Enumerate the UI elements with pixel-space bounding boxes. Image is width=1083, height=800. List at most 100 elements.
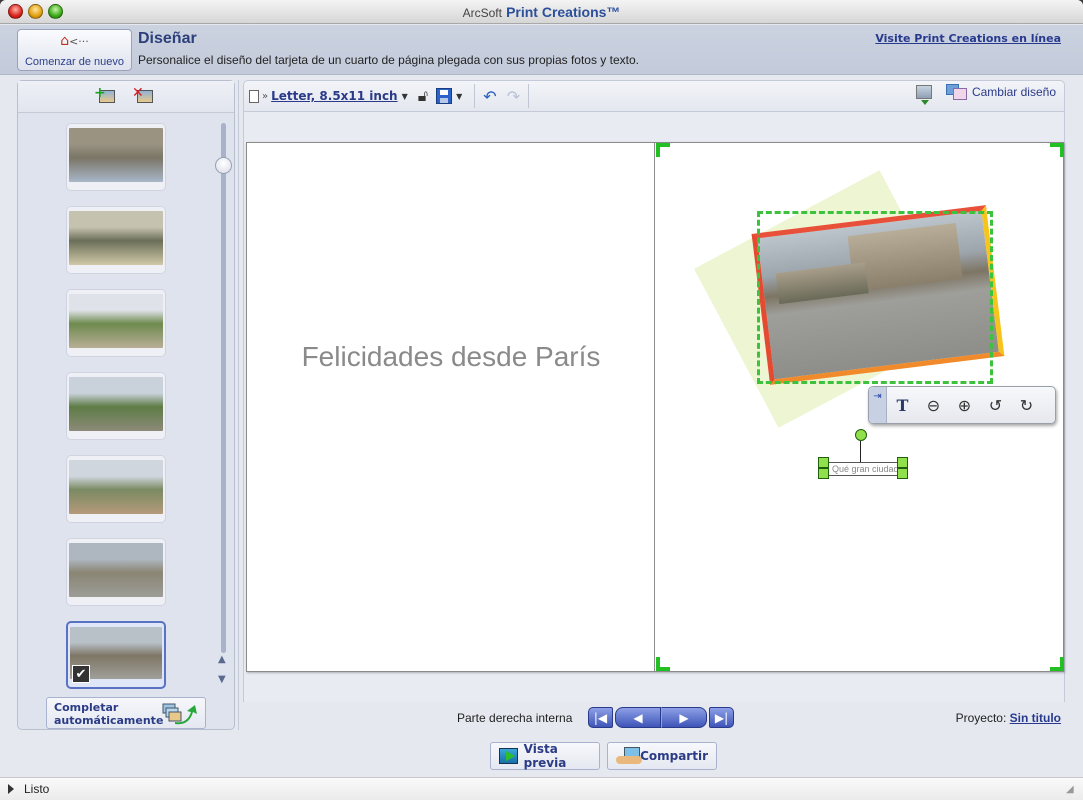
minimize-window-button[interactable] <box>28 4 43 19</box>
status-text: Listo <box>24 782 50 796</box>
panel-divider[interactable] <box>238 80 239 730</box>
thumbnail-image <box>69 211 163 265</box>
current-page-label: Parte derecha interna <box>457 711 573 725</box>
resize-grip-icon[interactable]: ◢ <box>1066 784 1077 795</box>
paper-size-selector[interactable]: » Letter, 8.5x11 inch <box>249 89 398 103</box>
share-button[interactable]: Compartir <box>607 742 717 770</box>
paper-size-dropdown-icon[interactable]: ▼ <box>402 92 408 101</box>
first-page-button[interactable]: |◀ <box>588 707 613 728</box>
photo-panel: + ✕ ✔ ▲ ▼ Completar automáticamente <box>17 80 235 730</box>
start-over-label: Comenzar de nuevo <box>24 56 125 68</box>
thumbnail-image <box>69 377 163 431</box>
page-navigation: |◀ ◀ ▶ ▶| <box>588 707 734 728</box>
add-photo-icon: + <box>94 85 115 103</box>
page-corner-marker <box>656 657 670 671</box>
title-bar: ArcSoft Print Creations™ <box>0 0 1083 24</box>
title-brand: ArcSoft <box>462 6 502 20</box>
card-greeting-text[interactable]: Felicidades desde París <box>247 341 655 373</box>
remove-photo-button[interactable]: ✕ <box>132 85 156 107</box>
thumbnail-image <box>69 128 163 182</box>
photo-building <box>775 262 869 305</box>
save-icon[interactable] <box>436 88 453 104</box>
app-window: ArcSoft Print Creations™ ⌂<··· Comenzar … <box>0 0 1083 800</box>
photo-caption-textbox[interactable]: Qué gran ciudad <box>823 462 903 476</box>
preview-icon <box>499 748 518 764</box>
photo-thumbnail[interactable] <box>66 289 166 357</box>
photo-thumbnail[interactable] <box>66 123 166 191</box>
unlock-icon[interactable]: 🔓︎ <box>418 86 428 106</box>
resize-handle[interactable] <box>818 468 829 479</box>
redo-icon[interactable]: ↷ <box>507 87 520 106</box>
photo-thumbnail[interactable] <box>66 455 166 523</box>
canvas-area: Felicidades desde París ⇥ T ⊖ ⊕ ↺ ↻ Qué … <box>243 112 1065 702</box>
scroll-up-icon[interactable]: ▲ <box>218 654 226 665</box>
zoom-in-icon[interactable]: ⊕ <box>949 396 980 415</box>
toolbar-right: Cambiar diseño <box>915 84 1056 105</box>
chevrons-icon: » <box>262 90 269 102</box>
photo-floating-toolbar: ⇥ T ⊖ ⊕ ↺ ↻ <box>868 386 1056 424</box>
thumbnail-image <box>69 460 163 514</box>
page-subtitle: Personalice el diseño del tarjeta de un … <box>138 53 639 67</box>
change-design-label: Cambiar diseño <box>971 85 1056 99</box>
header: ⌂<··· Comenzar de nuevo Diseñar Personal… <box>0 25 1083 75</box>
autofill-label: Completar automáticamente <box>54 701 164 727</box>
window-controls <box>8 4 63 19</box>
rotate-left-icon[interactable]: ↺ <box>980 396 1011 415</box>
placed-photo[interactable] <box>751 205 1005 385</box>
online-link[interactable]: Visite Print Creations en línea <box>875 32 1061 45</box>
preview-button[interactable]: Vista previa <box>490 742 600 770</box>
page-left[interactable]: Felicidades desde París <box>247 143 655 671</box>
resize-handle[interactable] <box>897 468 908 479</box>
autofill-button[interactable]: Completar automáticamente <box>46 697 206 729</box>
undo-icon[interactable]: ↶ <box>483 87 496 106</box>
paper-size-label: Letter, 8.5x11 inch <box>271 89 398 103</box>
change-design-button[interactable]: Cambiar diseño <box>945 84 1056 100</box>
project-name-link[interactable]: Sin titulo <box>1010 711 1061 725</box>
previous-page-button[interactable]: ◀ <box>615 707 661 728</box>
start-over-button[interactable]: ⌂<··· Comenzar de nuevo <box>17 29 132 71</box>
autofill-arrow-icon <box>162 703 197 725</box>
thumbnail-image <box>69 543 163 597</box>
text-edit-icon[interactable]: T <box>887 396 918 415</box>
bottom-bar: Parte derecha interna |◀ ◀ ▶ ▶| Proyecto… <box>243 702 1065 777</box>
status-bar: Listo ◢ <box>0 777 1083 800</box>
title-product: Print Creations™ <box>506 4 621 20</box>
toolbar-separator <box>474 84 476 108</box>
last-page-button[interactable]: ▶| <box>709 707 734 728</box>
thumbnail-size-slider-track[interactable] <box>221 123 226 653</box>
rotate-handle[interactable] <box>855 429 867 441</box>
preview-label: Vista previa <box>523 742 567 770</box>
display-options-icon[interactable] <box>915 85 932 105</box>
photo-thumbnail[interactable] <box>66 372 166 440</box>
photo-thumbnail[interactable]: ✔ <box>66 621 166 689</box>
card-spread: Felicidades desde París ⇥ T ⊖ ⊕ ↺ ↻ Qué … <box>246 142 1064 672</box>
next-page-button[interactable]: ▶ <box>661 707 707 728</box>
selected-checkmark-icon[interactable]: ✔ <box>72 665 90 683</box>
page-right-inside[interactable]: ⇥ T ⊖ ⊕ ↺ ↻ Qué gran ciudad <box>656 143 1064 671</box>
resize-handle[interactable] <box>818 457 829 468</box>
photo-thumbnail[interactable] <box>66 206 166 274</box>
close-window-button[interactable] <box>8 4 23 19</box>
pin-icon[interactable]: ⇥ <box>869 387 887 423</box>
page-title: Diseñar <box>138 30 197 47</box>
change-design-icon <box>945 84 968 100</box>
zoom-out-icon[interactable]: ⊖ <box>918 396 949 415</box>
scroll-down-icon[interactable]: ▼ <box>218 674 226 685</box>
resize-handle[interactable] <box>897 457 908 468</box>
thumbnail-list: ✔ <box>66 123 170 704</box>
thumbnail-size-slider-knob[interactable] <box>215 157 232 174</box>
add-photo-button[interactable]: + <box>94 85 118 107</box>
status-expand-icon[interactable] <box>8 784 14 794</box>
thumbnail-image <box>69 294 163 348</box>
share-icon <box>616 747 642 765</box>
photo-thumbnail[interactable] <box>66 538 166 606</box>
rotate-right-icon[interactable]: ↻ <box>1011 396 1042 415</box>
zoom-window-button[interactable] <box>48 4 63 19</box>
rotate-handle-line <box>860 441 861 463</box>
page-corner-marker <box>1050 143 1064 157</box>
project-label: Proyecto: <box>955 711 1007 725</box>
save-dropdown-icon[interactable]: ▼ <box>456 92 462 101</box>
remove-photo-icon: ✕ <box>132 85 153 103</box>
design-toolbar: » Letter, 8.5x11 inch ▼ 🔓︎ ▼ ↶ ↷ Cambiar… <box>243 80 1065 112</box>
share-label: Compartir <box>640 749 708 763</box>
